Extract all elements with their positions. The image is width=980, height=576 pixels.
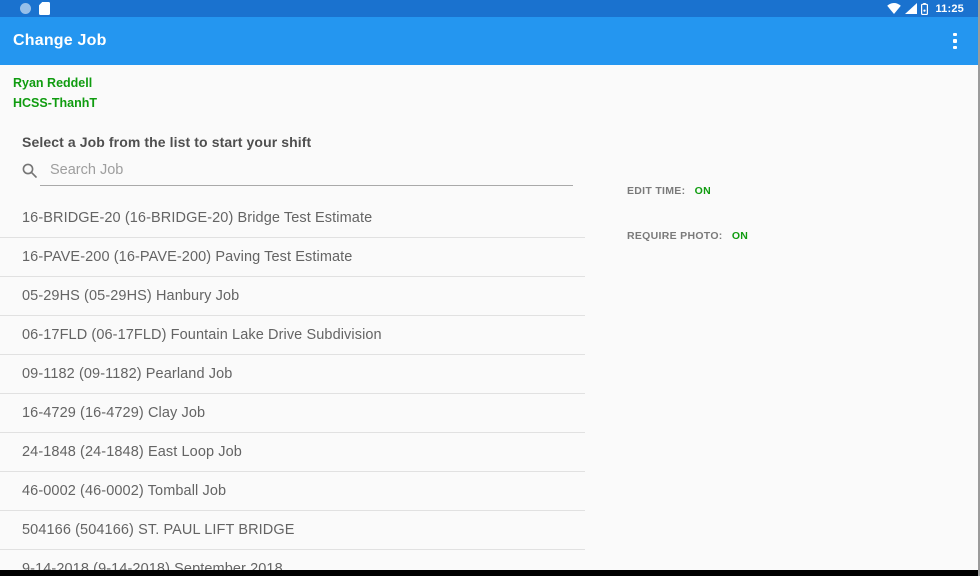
search-field: [40, 157, 573, 186]
app-screen: 11:25 Change Job Ryan Reddell HCSS-Thanh…: [0, 0, 980, 576]
job-label: 05-29HS (05-29HS) Hanbury Job: [22, 288, 240, 304]
job-label: 504166 (504166) ST. PAUL LIFT BRIDGE: [22, 522, 295, 538]
job-list-item[interactable]: 16-BRIDGE-20 (16-BRIDGE-20) Bridge Test …: [0, 199, 585, 238]
user-name: Ryan Reddell: [13, 76, 93, 90]
job-label: 24-1848 (24-1848) East Loop Job: [22, 444, 242, 460]
wifi-icon: [887, 3, 902, 14]
setting-label: REQUIRE PHOTO:: [627, 230, 723, 242]
circle-notification-icon: [20, 3, 31, 14]
setting-value: ON: [694, 185, 711, 197]
settings-panel: EDIT TIME: ON REQUIRE PHOTO: ON: [627, 185, 748, 275]
status-bar-left: [20, 2, 887, 15]
job-label: 16-PAVE-200 (16-PAVE-200) Paving Test Es…: [22, 249, 353, 265]
more-vert-icon[interactable]: [944, 26, 966, 56]
job-label: 16-4729 (16-4729) Clay Job: [22, 405, 206, 421]
battery-icon: [921, 2, 929, 15]
setting-label: EDIT TIME:: [627, 185, 686, 197]
job-list-item[interactable]: 24-1848 (24-1848) East Loop Job: [0, 433, 585, 472]
job-label: 09-1182 (09-1182) Pearland Job: [22, 366, 233, 382]
job-label: 06-17FLD (06-17FLD) Fountain Lake Drive …: [22, 327, 382, 343]
job-list-item[interactable]: 504166 (504166) ST. PAUL LIFT BRIDGE: [0, 511, 585, 550]
cellular-signal-icon: [905, 3, 918, 14]
job-label: 16-BRIDGE-20 (16-BRIDGE-20) Bridge Test …: [22, 210, 373, 226]
require-photo-setting: REQUIRE PHOTO: ON: [627, 230, 748, 242]
job-list: 16-BRIDGE-20 (16-BRIDGE-20) Bridge Test …: [0, 199, 585, 576]
status-bar-right: 11:25: [887, 2, 964, 15]
job-list-item[interactable]: 46-0002 (46-0002) Tomball Job: [0, 472, 585, 511]
job-list-item[interactable]: 09-1182 (09-1182) Pearland Job: [0, 355, 585, 394]
user-info: Ryan Reddell HCSS-ThanhT: [13, 73, 97, 113]
job-list-item[interactable]: 16-4729 (16-4729) Clay Job: [0, 394, 585, 433]
user-company: HCSS-ThanhT: [13, 96, 98, 110]
instruction-text: Select a Job from the list to start your…: [22, 134, 312, 150]
page-title: Change Job: [13, 32, 107, 49]
status-time: 11:25: [935, 2, 964, 15]
job-list-item[interactable]: 06-17FLD (06-17FLD) Fountain Lake Drive …: [0, 316, 585, 355]
sd-card-icon: [39, 2, 50, 15]
app-bar: Change Job: [0, 17, 980, 65]
job-label: 46-0002 (46-0002) Tomball Job: [22, 483, 227, 499]
job-list-item[interactable]: 05-29HS (05-29HS) Hanbury Job: [0, 277, 585, 316]
search-input[interactable]: [40, 157, 573, 185]
job-list-item[interactable]: 16-PAVE-200 (16-PAVE-200) Paving Test Es…: [0, 238, 585, 277]
setting-value: ON: [731, 230, 749, 242]
search-icon: [22, 163, 37, 178]
navigation-bar: [0, 570, 980, 576]
edit-time-setting: EDIT TIME: ON: [627, 185, 748, 197]
status-bar: 11:25: [0, 0, 980, 17]
